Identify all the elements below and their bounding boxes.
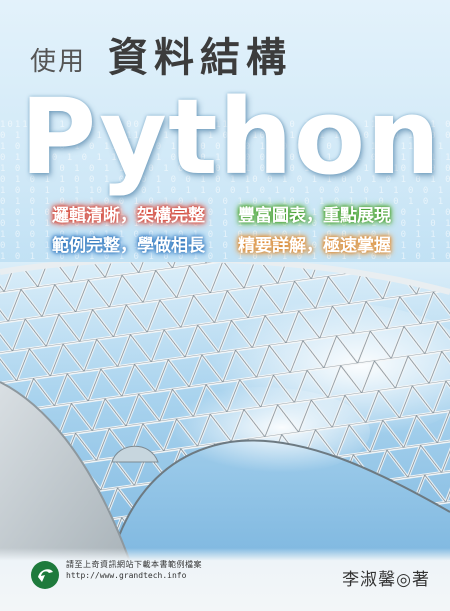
feature-item: 精要詳解，極速掌握 (238, 236, 391, 256)
architecture-illustration (0, 262, 450, 562)
feature-item: 邏輯清晰，架構完整 (52, 206, 205, 226)
book-cover: 10110 0 1 0 1 10 00 10 1 0 0 11 0 1 10 0… (0, 0, 450, 611)
title-row: 使用 資料結構 (30, 38, 292, 78)
subtitle: 資料結構 (108, 34, 293, 81)
feature-list: 邏輯清晰，架構完整 豐富圖表，重點展現 範例完整，學做相長 精要詳解，極速掌握 (52, 203, 422, 259)
feature-item: 豐富圖表，重點展現 (238, 206, 391, 226)
publisher-note: 請至上奇資訊網站下載本書範例檔案 (66, 560, 202, 569)
title-prefix: 使用 (30, 47, 87, 77)
feature-item: 範例完整，學做相長 (52, 236, 205, 256)
publisher-logo-icon (31, 561, 59, 589)
publisher-url: http://www.grandtech.info (66, 571, 187, 580)
main-title: Python (20, 76, 442, 198)
author: 李淑馨◎著 (342, 570, 430, 590)
